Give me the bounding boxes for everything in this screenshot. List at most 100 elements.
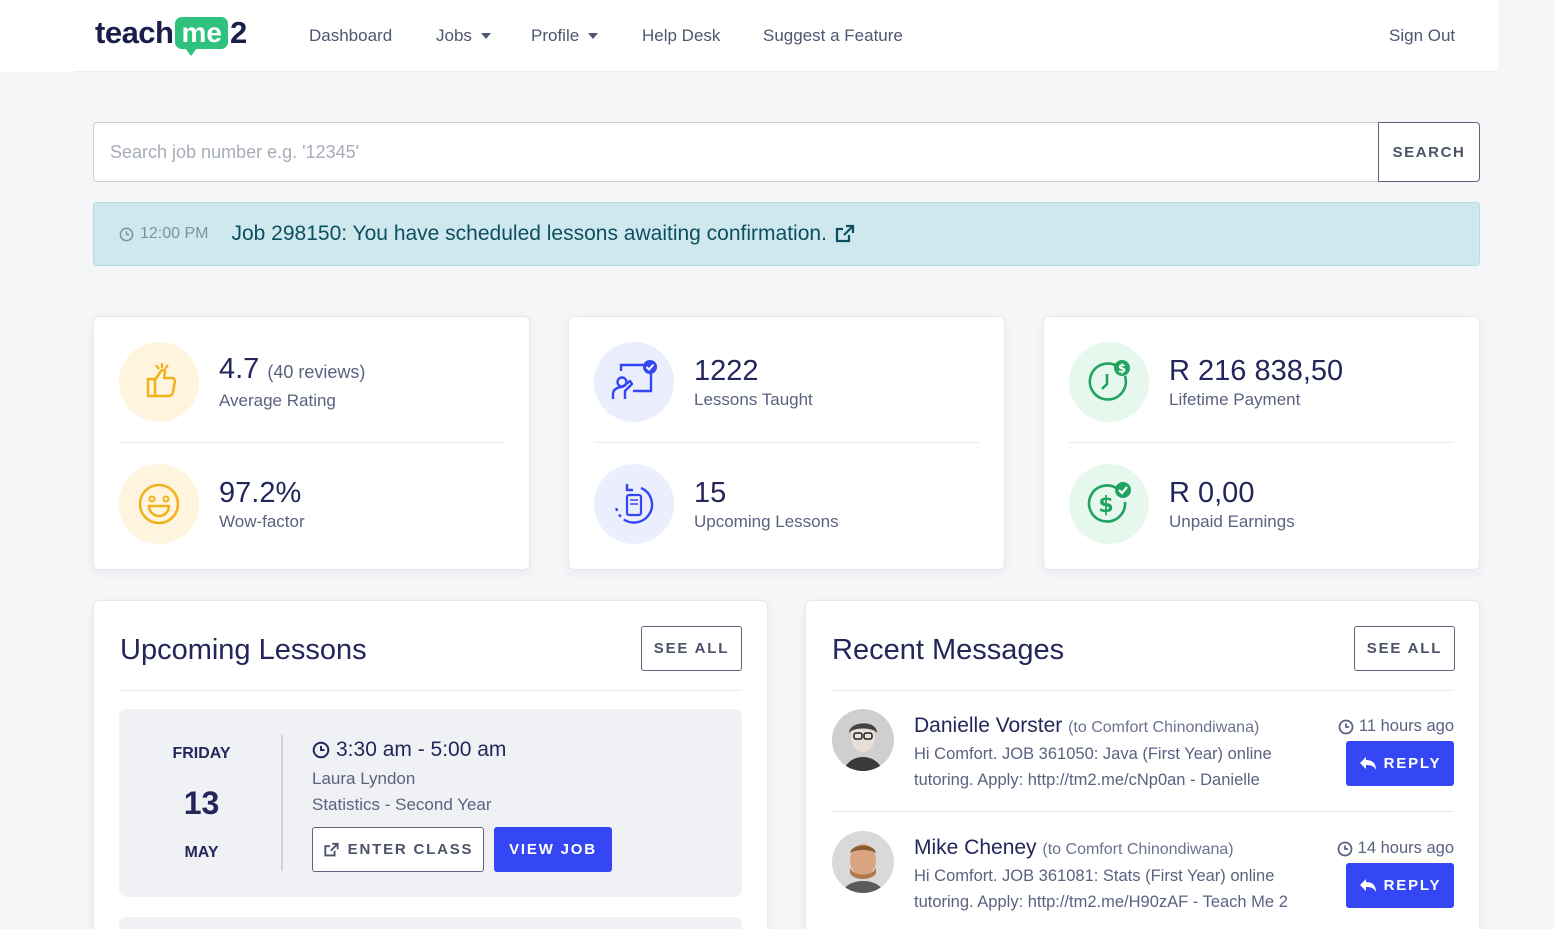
panel-divider bbox=[119, 690, 742, 691]
dollar-check-icon: $ bbox=[1069, 464, 1149, 544]
stat-lessons-taught: 1222 Lessons Taught bbox=[594, 342, 813, 422]
external-link-icon bbox=[324, 842, 339, 856]
nav-suggest-label: Suggest a Feature bbox=[763, 26, 903, 45]
nav-signout-label: Sign Out bbox=[1389, 26, 1456, 45]
nav-jobs-label: Jobs bbox=[436, 26, 472, 45]
teacher-board-icon bbox=[594, 342, 674, 422]
card-divider bbox=[119, 442, 504, 443]
logo-text-2: 2 bbox=[229, 15, 248, 50]
stat-upcoming-lessons: 15 Upcoming Lessons bbox=[594, 464, 839, 544]
brand-logo[interactable]: teach me 2 bbox=[95, 15, 247, 57]
messages-see-all-button[interactable]: SEE ALL bbox=[1354, 626, 1455, 671]
lesson-weekday: FRIDAY bbox=[172, 745, 231, 762]
unpaid-value: R 0,00 bbox=[1169, 476, 1255, 509]
alert-message-link[interactable]: Job 298150: You have scheduled lessons a… bbox=[231, 222, 855, 246]
external-link-icon bbox=[835, 224, 855, 243]
reply-label: REPLY bbox=[1383, 877, 1442, 894]
stat-wow-factor: 97.2% Wow-factor bbox=[119, 464, 305, 544]
caret-down-icon bbox=[480, 33, 491, 39]
svg-text:$: $ bbox=[1118, 362, 1126, 376]
unpaid-label: Unpaid Earnings bbox=[1169, 511, 1295, 531]
reply-icon bbox=[1359, 756, 1376, 770]
message-time: 11 hours ago bbox=[1338, 717, 1454, 736]
clock-dollar-icon: $ bbox=[1069, 342, 1149, 422]
message-item[interactable]: Mike Cheney (to Comfort Chinondiwana) 14… bbox=[832, 831, 1454, 929]
rating-reviews: (40 reviews) bbox=[267, 362, 366, 382]
thumbs-up-icon bbox=[119, 342, 199, 422]
message-time-text: 11 hours ago bbox=[1358, 717, 1454, 735]
enter-class-button[interactable]: ENTER CLASS bbox=[312, 827, 484, 872]
nav-profile-dropdown[interactable]: Profile bbox=[531, 0, 599, 72]
rating-value: 4.7 bbox=[219, 353, 260, 385]
view-job-button[interactable]: VIEW JOB bbox=[494, 827, 612, 872]
navbar-gutter bbox=[0, 0, 74, 72]
message-item[interactable]: Danielle Vorster (to Comfort Chinondiwan… bbox=[832, 709, 1454, 813]
message-recipient: (to Comfort Chinondiwana) bbox=[1068, 719, 1260, 736]
card-divider bbox=[1069, 442, 1454, 443]
message-divider bbox=[831, 811, 1454, 812]
nav-help-desk[interactable]: Help Desk bbox=[642, 0, 720, 72]
nav-profile-label: Profile bbox=[531, 26, 580, 45]
stat-unpaid-earnings: $ R 0,00 Unpaid Earnings bbox=[1069, 464, 1295, 544]
reply-icon bbox=[1359, 878, 1376, 892]
job-search-bar: SEARCH bbox=[93, 122, 1480, 182]
panel-divider bbox=[831, 690, 1454, 691]
avatar bbox=[832, 831, 894, 893]
lessons-taught-value: 1222 bbox=[694, 354, 759, 387]
nav-jobs-dropdown[interactable]: Jobs bbox=[436, 0, 491, 72]
message-recipient: (to Comfort Chinondiwana) bbox=[1042, 841, 1234, 858]
clock-icon bbox=[119, 227, 134, 241]
reply-label: REPLY bbox=[1383, 755, 1442, 772]
stat-lifetime-payment: $ R 216 838,50 Lifetime Payment bbox=[1069, 342, 1343, 422]
navbar-gutter-right bbox=[1498, 0, 1554, 72]
lesson-separator bbox=[281, 735, 283, 871]
message-body: Hi Comfort. JOB 361050: Java (First Year… bbox=[914, 745, 1272, 789]
nav-dashboard[interactable]: Dashboard bbox=[309, 0, 392, 72]
lessons-stats-card: 1222 Lessons Taught 15 Upcoming Lessons bbox=[568, 316, 1005, 570]
lesson-day: 13 bbox=[183, 785, 220, 821]
message-time-text: 14 hours ago bbox=[1357, 839, 1454, 857]
nav-suggest-feature[interactable]: Suggest a Feature bbox=[763, 0, 903, 72]
alert-time-text: 12:00 PM bbox=[140, 225, 209, 242]
upcoming-lessons-title: Upcoming Lessons bbox=[120, 634, 367, 666]
job-search-input[interactable] bbox=[93, 122, 1378, 182]
svg-text:$: $ bbox=[1098, 493, 1113, 518]
stat-average-rating: 4.7 (40 reviews) Average Rating bbox=[119, 342, 365, 422]
message-sender: Danielle Vorster bbox=[914, 714, 1063, 737]
clock-icon bbox=[1337, 841, 1353, 856]
search-button[interactable]: SEARCH bbox=[1378, 122, 1480, 182]
alert-time: 12:00 PM bbox=[119, 225, 208, 243]
alert-message-text: Job 298150: You have scheduled lessons a… bbox=[231, 222, 827, 245]
smiley-icon bbox=[119, 464, 199, 544]
nav-dashboard-label: Dashboard bbox=[309, 26, 393, 45]
lesson-card: FRIDAY 13 MAY 3:30 am - 5:00 am Laura Ly… bbox=[119, 709, 742, 897]
upcoming-lessons-panel: Upcoming Lessons SEE ALL FRIDAY 13 MAY 3… bbox=[93, 600, 768, 929]
clock-icon bbox=[1338, 719, 1354, 734]
lesson-card-next bbox=[119, 917, 742, 929]
earnings-stats-card: $ R 216 838,50 Lifetime Payment $ R 0,00… bbox=[1043, 316, 1480, 570]
lessons-taught-label: Lessons Taught bbox=[694, 389, 813, 409]
reply-button[interactable]: REPLY bbox=[1346, 741, 1454, 786]
nav-help-label: Help Desk bbox=[642, 26, 721, 45]
logo-text-teach: teach bbox=[95, 15, 174, 50]
rating-label: Average Rating bbox=[219, 391, 336, 410]
notification-alert: 12:00 PM Job 298150: You have scheduled … bbox=[93, 202, 1480, 266]
clock-icon bbox=[312, 741, 330, 759]
message-body: Hi Comfort. JOB 361081: Stats (First Yea… bbox=[914, 867, 1288, 911]
message-sender: Mike Cheney bbox=[914, 836, 1037, 859]
upcoming-see-all-button[interactable]: SEE ALL bbox=[641, 626, 742, 671]
recent-messages-panel: Recent Messages SEE ALL Danielle Vorster… bbox=[805, 600, 1480, 929]
nav-sign-out[interactable]: Sign Out bbox=[1389, 0, 1455, 72]
enter-class-label: ENTER CLASS bbox=[347, 841, 474, 858]
lifetime-label: Lifetime Payment bbox=[1169, 389, 1301, 409]
message-time: 14 hours ago bbox=[1337, 839, 1454, 858]
reply-button[interactable]: REPLY bbox=[1346, 863, 1454, 908]
lesson-student: Laura Lyndon bbox=[312, 769, 416, 788]
lesson-subject: Statistics - Second Year bbox=[312, 795, 492, 814]
lifetime-value: R 216 838,50 bbox=[1169, 354, 1344, 387]
lesson-time-text: 3:30 am - 5:00 am bbox=[336, 738, 507, 761]
upcoming-value: 15 bbox=[694, 476, 727, 509]
rating-stats-card: 4.7 (40 reviews) Average Rating 97.2% Wo… bbox=[93, 316, 530, 570]
lesson-time: 3:30 am - 5:00 am bbox=[312, 738, 506, 762]
logo-text-me: me bbox=[175, 17, 228, 56]
